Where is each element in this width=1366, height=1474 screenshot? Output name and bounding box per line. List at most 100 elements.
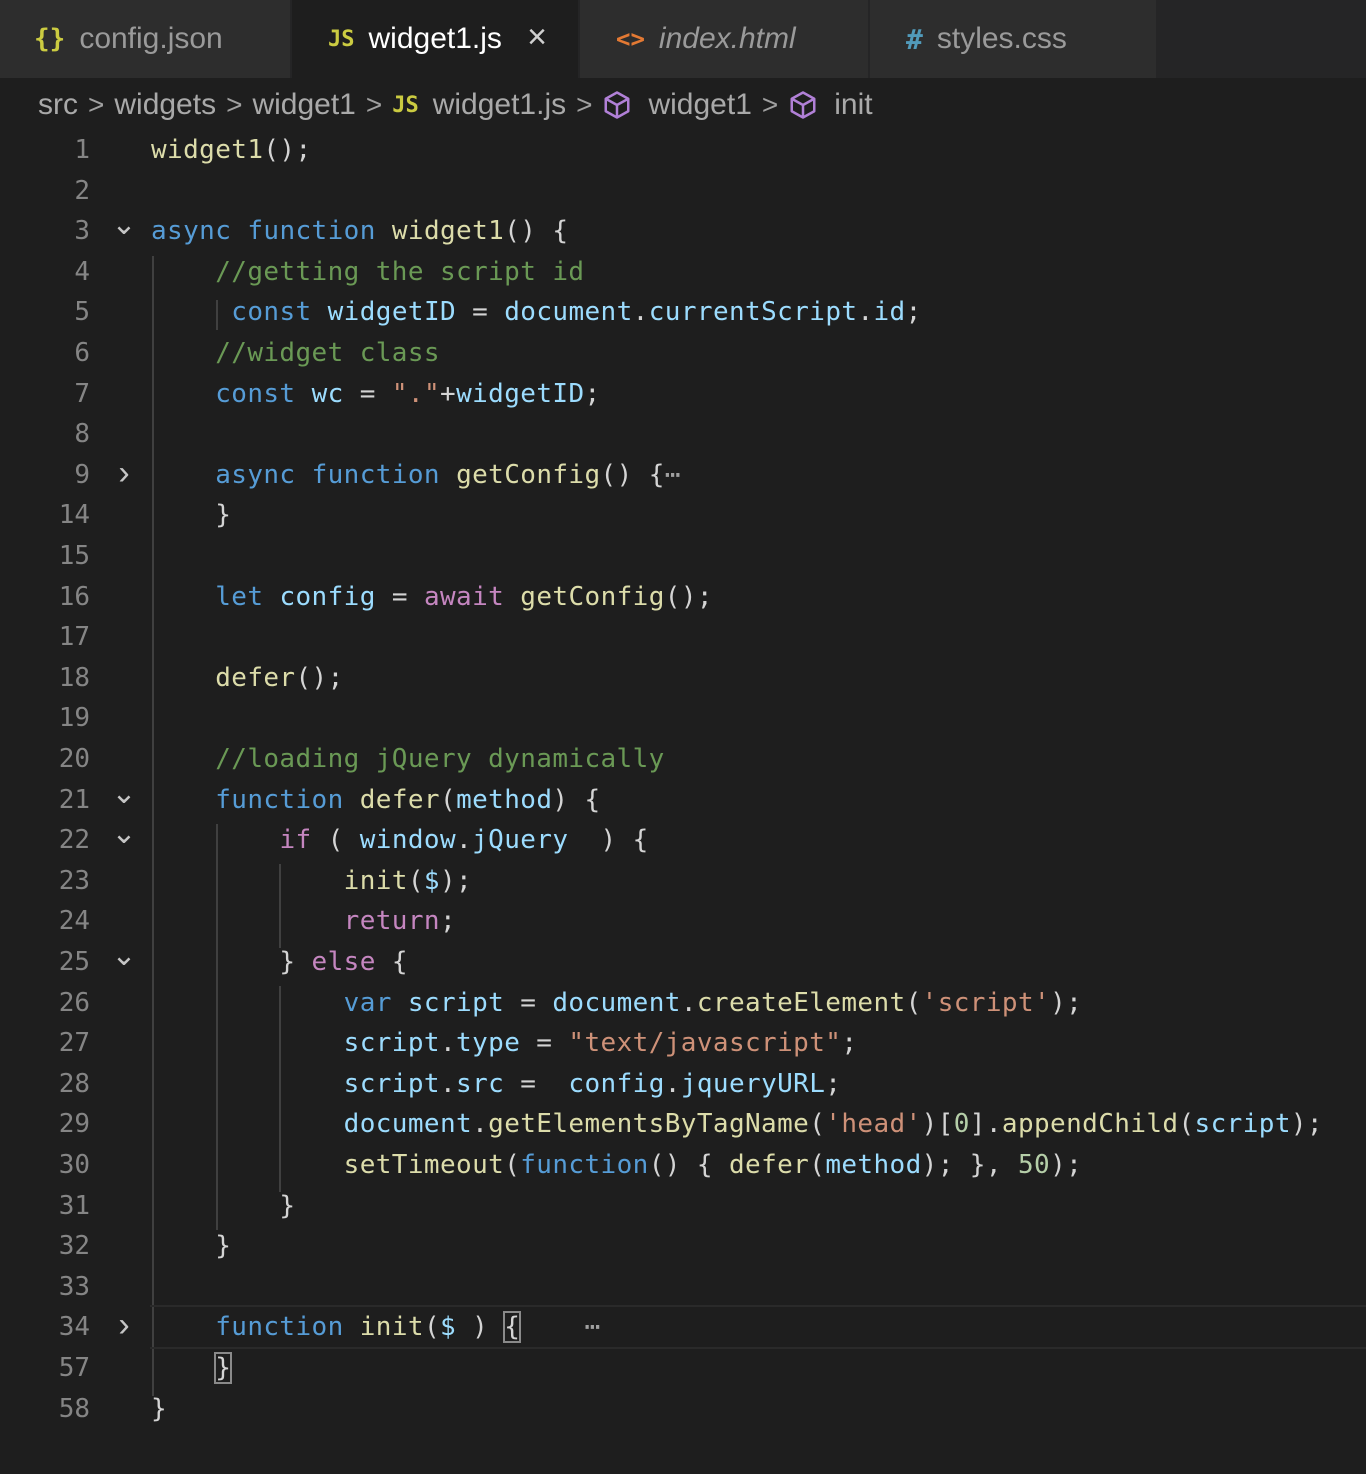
code-token: . <box>439 1069 457 1099</box>
breadcrumb-item-src[interactable]: src <box>38 88 78 122</box>
fold-chevron-down-icon[interactable]: ⌄ <box>110 210 138 240</box>
code-line[interactable]: 16 let config = await getConfig(); <box>0 577 1366 617</box>
code-line[interactable]: 5 const widgetID = document.currentScrip… <box>0 292 1366 332</box>
code-editor[interactable]: 1 widget1(); 2 3 ⌄ async function widget1() {… <box>0 128 1366 1474</box>
code-line[interactable]: 1 widget1(); <box>0 130 1366 170</box>
code-text: const widgetID = document.currentScript.… <box>151 292 922 332</box>
code-token: widgetID <box>456 379 585 409</box>
fold-chevron-down-icon[interactable]: ⌄ <box>110 819 138 849</box>
fold-chevron-down-icon[interactable]: ⌄ <box>110 779 138 809</box>
code-token: defer <box>359 785 440 815</box>
code-token: ; <box>584 379 601 409</box>
code-line[interactable]: 6 //widget class <box>0 333 1366 373</box>
code-token: } <box>214 1352 233 1384</box>
code-line[interactable]: 23 init($); <box>0 861 1366 901</box>
code-line[interactable]: 34 › function init($ ) { ⋯ <box>0 1305 1366 1349</box>
code-line[interactable]: 3 ⌄ async function widget1() { <box>0 210 1366 251</box>
line-number: 57 <box>58 1353 90 1383</box>
code-token: function <box>311 460 440 490</box>
code-line[interactable]: 14 } <box>0 495 1366 535</box>
chevron-right-icon: > <box>365 89 383 120</box>
code-token: () { <box>504 216 569 246</box>
breadcrumb-item-widget1-function[interactable]: widget1 <box>648 88 751 122</box>
code-line[interactable]: 27 script.type = "text/javascript"; <box>0 1023 1366 1063</box>
code-token: src <box>456 1069 505 1099</box>
code-token: defer <box>215 663 296 693</box>
code-token: ; <box>841 1028 858 1058</box>
close-icon[interactable]: × <box>522 18 552 58</box>
code-line[interactable]: 15 <box>0 536 1366 576</box>
breadcrumb-item-widget1-folder[interactable]: widget1 <box>252 88 355 122</box>
code-line[interactable]: 32 } <box>0 1226 1366 1266</box>
code-line[interactable]: 8 <box>0 414 1366 454</box>
code-line[interactable]: 24 return; <box>0 901 1366 941</box>
tab-styles-css[interactable]: # styles.css <box>870 0 1156 78</box>
folded-ellipsis-icon[interactable]: ⋯ <box>665 460 681 490</box>
line-number: 22 <box>58 825 90 855</box>
tab-label: config.json <box>79 22 223 55</box>
code-line[interactable]: 28 script.src = config.jqueryURL; <box>0 1064 1366 1104</box>
code-text: async function getConfig() {⋯ <box>151 455 681 495</box>
code-token: getElementsByTagName <box>488 1109 810 1139</box>
code-text: var script = document.createElement('scr… <box>151 983 1082 1023</box>
code-token: widgetID <box>327 297 457 327</box>
tab-config-json[interactable]: {} config.json <box>0 0 290 78</box>
code-line[interactable]: 18 defer(); <box>0 658 1366 698</box>
code-line[interactable]: 21 ⌄ function defer(method) { <box>0 779 1366 820</box>
code-text: let config = await getConfig(); <box>151 577 713 617</box>
code-token: . <box>680 988 697 1018</box>
code-token: appendChild <box>1001 1109 1179 1139</box>
code-text: } <box>151 1389 167 1429</box>
code-token: . <box>456 825 473 855</box>
code-line[interactable]: 26 var script = document.createElement('… <box>0 983 1366 1023</box>
code-line[interactable]: 2 <box>0 171 1366 211</box>
html-icon: <> <box>616 25 645 53</box>
code-token: return <box>343 906 440 936</box>
code-token: config <box>279 582 376 612</box>
code-token: + <box>440 379 457 409</box>
breadcrumb-item-file[interactable]: widget1.js <box>433 88 566 122</box>
line-number: 34 <box>58 1312 90 1342</box>
code-line[interactable]: 57 } <box>0 1348 1366 1388</box>
code-line[interactable]: 7 const wc = "."+widgetID; <box>0 374 1366 414</box>
code-line[interactable]: 25 ⌄ } else { <box>0 941 1366 982</box>
code-line[interactable]: 17 <box>0 617 1366 657</box>
folded-ellipsis-icon[interactable]: ⋯ <box>585 1312 601 1342</box>
code-text: if ( window.jQuery ) { <box>151 820 649 860</box>
line-number: 31 <box>58 1191 90 1221</box>
code-text: document.getElementsByTagName('head')[0]… <box>151 1104 1323 1144</box>
code-text: } else { <box>151 942 408 982</box>
fold-chevron-down-icon[interactable]: ⌄ <box>110 941 138 971</box>
code-line[interactable]: 22 ⌄ if ( window.jQuery ) { <box>0 819 1366 860</box>
code-line[interactable]: 58} <box>0 1389 1366 1429</box>
code-line[interactable]: 19 <box>0 698 1366 738</box>
breadcrumb-item-init[interactable]: init <box>834 88 872 122</box>
fold-chevron-right-icon[interactable]: › <box>110 1308 138 1342</box>
code-token: = <box>343 379 392 409</box>
tab-widget1-js[interactable]: JS widget1.js × <box>292 0 578 78</box>
code-line[interactable]: 30 setTimeout(function() { defer(method)… <box>0 1145 1366 1185</box>
code-line[interactable]: 20 //loading jQuery dynamically <box>0 739 1366 779</box>
code-line[interactable]: 9 › async function getConfig() {⋯ <box>0 455 1366 495</box>
code-line[interactable]: 31 } <box>0 1186 1366 1226</box>
code-token: async <box>151 216 232 246</box>
code-line[interactable]: 4 //getting the script id <box>0 252 1366 292</box>
tab-index-html[interactable]: <> index.html <box>580 0 868 78</box>
breadcrumb-item-widgets[interactable]: widgets <box>114 88 216 122</box>
code-token: getConfig <box>520 582 665 612</box>
code-line[interactable]: 33 <box>0 1267 1366 1307</box>
code-line[interactable]: 29 document.getElementsByTagName('head')… <box>0 1104 1366 1144</box>
code-text: //widget class <box>151 333 440 373</box>
code-token: (); <box>263 135 312 165</box>
fold-chevron-right-icon[interactable]: › <box>110 456 138 490</box>
json-braces-icon: {} <box>34 24 66 54</box>
